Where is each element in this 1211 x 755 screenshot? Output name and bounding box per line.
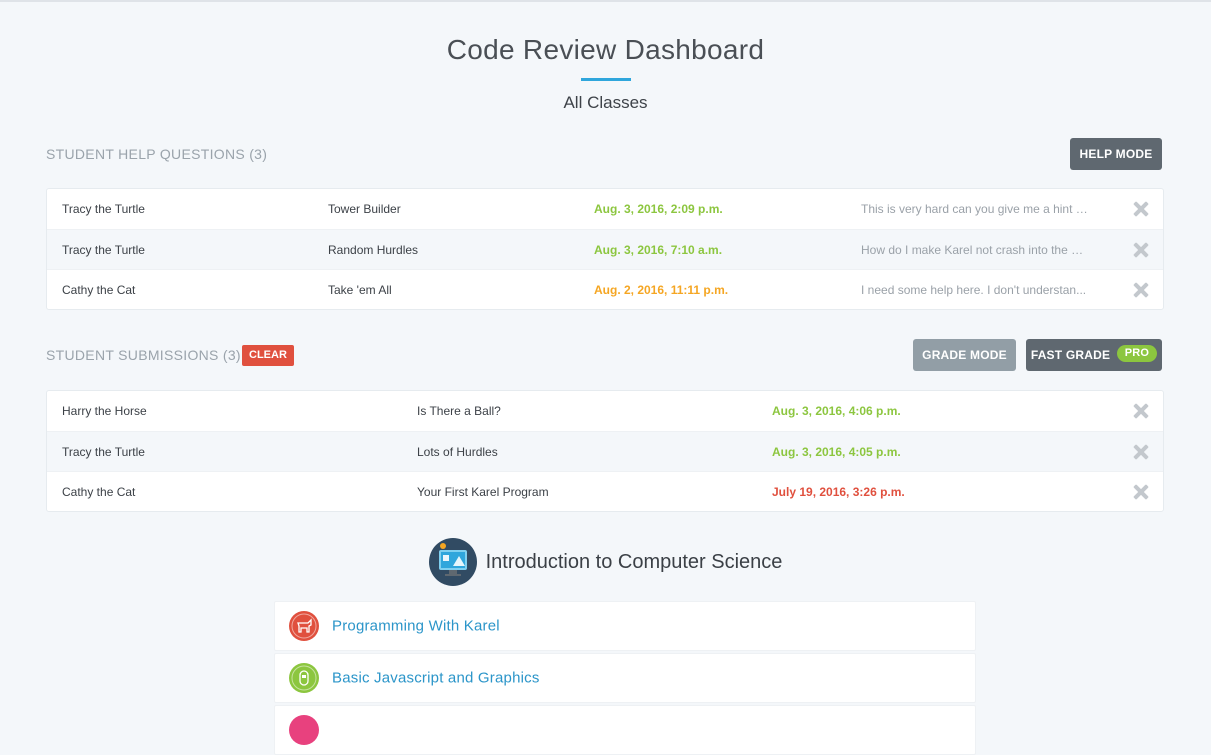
table-row[interactable]: Cathy the Cat Your First Karel Program J… — [47, 471, 1163, 511]
dismiss-icon[interactable] — [1134, 283, 1148, 297]
course-header: Introduction to Computer Science — [0, 538, 1211, 591]
submission-date: July 19, 2016, 3:26 p.m. — [772, 484, 905, 499]
dismiss-icon[interactable] — [1134, 445, 1148, 459]
assignment-name: Take 'em All — [328, 282, 392, 297]
dismiss-icon[interactable] — [1134, 404, 1148, 418]
table-row[interactable]: Harry the Horse Is There a Ball? Aug. 3,… — [47, 391, 1163, 431]
table-row[interactable]: Tracy the Turtle Random Hurdles Aug. 3, … — [47, 229, 1163, 269]
student-name: Tracy the Turtle — [62, 202, 145, 216]
table-row[interactable]: Tracy the Turtle Tower Builder Aug. 3, 2… — [47, 189, 1163, 229]
page-header: Code Review Dashboard All Classes — [0, 33, 1211, 113]
question-message: How do I make Karel not crash into the w… — [861, 242, 1089, 257]
module-basic-javascript-and-graphics[interactable]: Basic Javascript and Graphics — [274, 653, 976, 703]
help-section-header: STUDENT HELP QUESTIONS (3) HELP MODE — [46, 138, 1162, 170]
title-underline — [580, 78, 631, 81]
student-name: Tracy the Turtle — [62, 242, 145, 257]
assignment-name: Random Hurdles — [328, 242, 419, 257]
dismiss-icon[interactable] — [1134, 202, 1148, 216]
student-name: Harry the Horse — [62, 404, 147, 418]
karel-dog-icon — [289, 611, 319, 641]
module-item[interactable] — [274, 705, 976, 755]
question-message: This is very hard can you give me a hint… — [861, 202, 1089, 216]
course-title: Introduction to Computer Science — [485, 550, 783, 573]
table-row[interactable]: Tracy the Turtle Lots of Hurdles Aug. 3,… — [47, 431, 1163, 471]
clear-button[interactable]: CLEAR — [242, 345, 294, 366]
submission-date: Aug. 3, 2016, 4:05 p.m. — [772, 444, 901, 459]
fast-grade-label: FAST GRADE — [1030, 348, 1111, 362]
dismiss-icon[interactable] — [1134, 485, 1148, 499]
student-name: Cathy the Cat — [62, 282, 136, 297]
submissions-section-header: STUDENT SUBMISSIONS (3) CLEAR GRADE MODE… — [46, 339, 1162, 371]
table-row[interactable]: Cathy the Cat Take 'em All Aug. 2, 2016,… — [47, 269, 1163, 309]
module-label: Programming With Karel — [332, 617, 500, 635]
submission-date: Aug. 3, 2016, 4:06 p.m. — [772, 404, 901, 418]
top-border — [0, 0, 1211, 2]
module-icon — [289, 715, 319, 745]
submissions-table: Harry the Horse Is There a Ball? Aug. 3,… — [46, 390, 1164, 512]
fast-grade-button[interactable]: FAST GRADE PRO — [1026, 339, 1162, 371]
question-date: Aug. 3, 2016, 2:09 p.m. — [594, 202, 723, 216]
submissions-section-title: STUDENT SUBMISSIONS (3) — [46, 347, 241, 363]
help-section-title: STUDENT HELP QUESTIONS (3) — [46, 146, 268, 162]
assignment-name: Tower Builder — [328, 202, 401, 216]
assignment-name: Lots of Hurdles — [417, 444, 498, 459]
page-title: Code Review Dashboard — [446, 34, 765, 65]
robot-icon — [289, 663, 319, 693]
help-mode-button[interactable]: HELP MODE — [1070, 138, 1162, 170]
computer-monitor-icon — [428, 538, 477, 586]
module-programming-with-karel[interactable]: Programming With Karel — [274, 601, 976, 651]
pro-badge: PRO — [1116, 345, 1158, 363]
grade-mode-button[interactable]: GRADE MODE — [913, 339, 1016, 371]
assignment-name: Is There a Ball? — [417, 404, 501, 418]
page-subtitle: All Classes — [563, 93, 648, 112]
student-name: Cathy the Cat — [62, 484, 136, 499]
question-date: Aug. 3, 2016, 7:10 a.m. — [594, 242, 723, 257]
dismiss-icon[interactable] — [1134, 243, 1148, 257]
assignment-name: Your First Karel Program — [417, 484, 549, 499]
question-date: Aug. 2, 2016, 11:11 p.m. — [594, 282, 729, 297]
help-questions-table: Tracy the Turtle Tower Builder Aug. 3, 2… — [46, 188, 1164, 310]
student-name: Tracy the Turtle — [62, 444, 145, 459]
module-label: Basic Javascript and Graphics — [332, 669, 540, 687]
question-message: I need some help here. I don't understan… — [861, 282, 1087, 297]
